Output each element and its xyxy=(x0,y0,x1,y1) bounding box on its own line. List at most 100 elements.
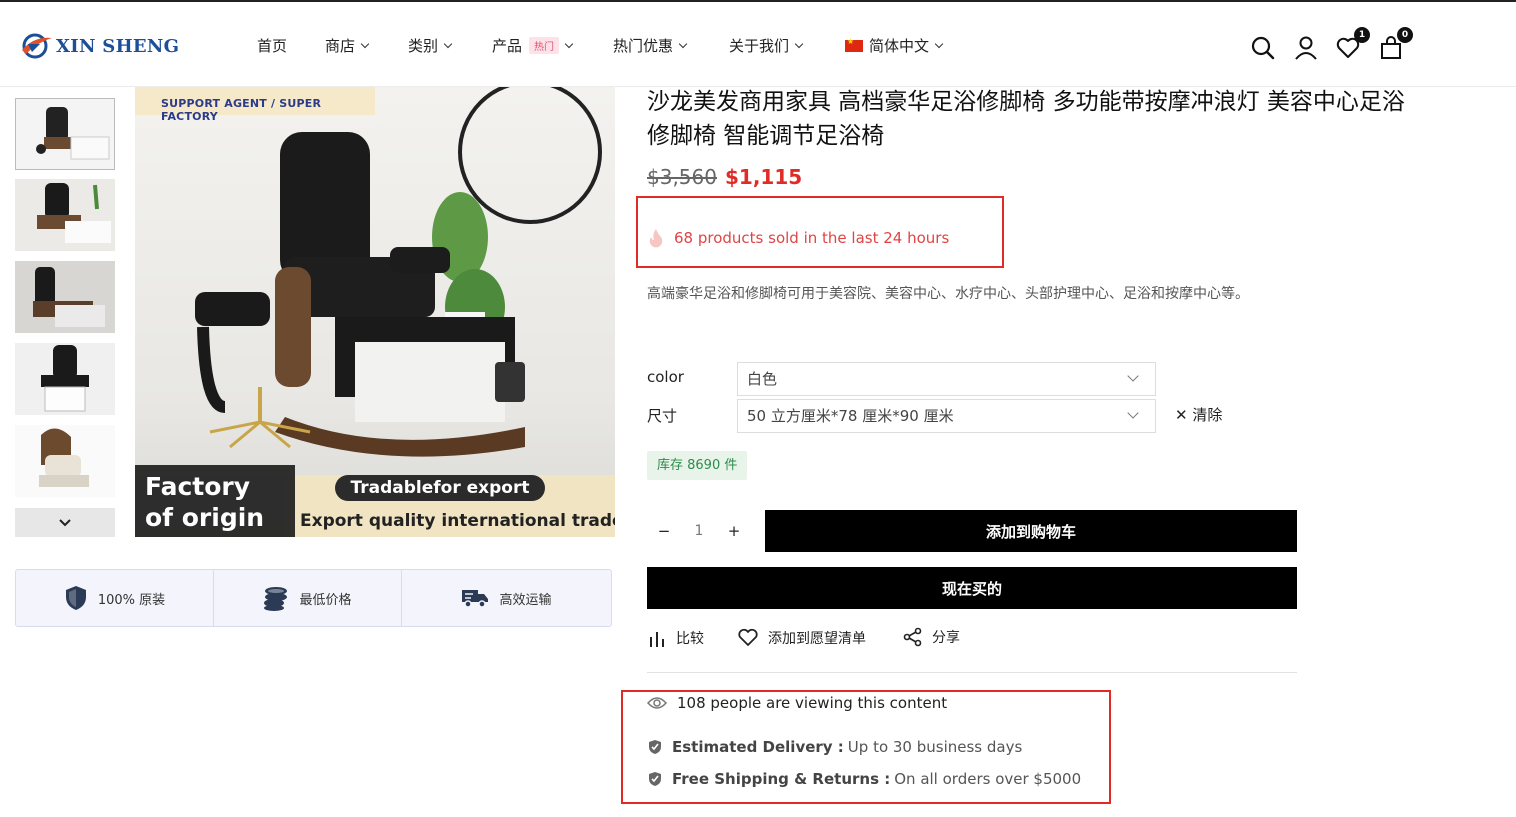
heart-icon xyxy=(738,628,758,646)
image-banner-bottom: Factory of origin Tradablefor export Exp… xyxy=(135,465,615,537)
share-label: 分享 xyxy=(932,630,960,646)
viewers-text: 108 people are viewing this content xyxy=(677,694,948,712)
flame-icon xyxy=(649,229,663,248)
shipping-label: Free Shipping & Returns : xyxy=(672,770,891,788)
nav-label: 首页 xyxy=(257,37,288,55)
divider xyxy=(647,672,1297,673)
trade-pill: Tradablefor export xyxy=(335,475,545,501)
main-product-image[interactable]: SUPPORT AGENT / SUPER FACTORY Factory of… xyxy=(135,87,615,537)
feature-lowest-price: 最低价格 xyxy=(214,570,402,626)
thumbnail-2[interactable] xyxy=(15,179,115,251)
compare-button[interactable]: 比较 xyxy=(647,628,704,648)
shield-check-icon xyxy=(649,740,661,754)
clear-label: 清除 xyxy=(1192,406,1223,424)
thumbnail-3[interactable] xyxy=(15,261,115,333)
nav-item-hot-deals[interactable]: 热门优惠 xyxy=(613,35,688,56)
trade-line: Export quality international trade xyxy=(300,511,615,531)
user-icon[interactable] xyxy=(1293,35,1319,61)
features-bar: 100% 原装 最低价格 高效运输 xyxy=(15,569,612,627)
quantity-decrease-button[interactable]: − xyxy=(647,522,681,540)
size-label: 尺寸 xyxy=(647,407,678,425)
delivery-label: Estimated Delivery : xyxy=(672,738,844,756)
product-description: 高端豪华足浴和修脚椅可用于美容院、美容中心、水疗中心、头部护理中心、足浴和按摩中… xyxy=(647,286,1249,302)
nav-item-home[interactable]: 首页 xyxy=(257,35,287,56)
nav-label: 热门优惠 xyxy=(613,37,674,55)
nav-item-products[interactable]: 产品 热门 xyxy=(492,35,574,56)
wishlist-heart-icon[interactable]: 1 xyxy=(1335,27,1370,61)
china-flag-icon xyxy=(845,37,863,52)
bar-chart-icon xyxy=(650,632,664,647)
color-select[interactable]: 白色 xyxy=(737,362,1156,396)
quantity-increase-button[interactable]: + xyxy=(717,522,751,540)
factory-line-2: of origin xyxy=(145,503,265,532)
coins-icon xyxy=(264,587,288,611)
site-header: XIN SHENG 首页 商店 类别 产品 热门 热门优惠 关于我们 简体中 xyxy=(0,2,1516,87)
price-old: $3,560 xyxy=(647,165,717,189)
add-to-cart-button[interactable]: 添加到购物车 xyxy=(765,510,1297,552)
chevron-down-icon xyxy=(1127,370,1139,382)
clear-selection-button[interactable]: ✕ 清除 xyxy=(1175,404,1222,425)
wishlist-label: 添加到愿望清单 xyxy=(768,631,866,647)
sold-counter: 68 products sold in the last 24 hours xyxy=(648,228,949,248)
thumbnail-5[interactable] xyxy=(15,425,115,497)
feature-label: 高效运输 xyxy=(499,592,552,608)
thumbnail-4[interactable] xyxy=(15,343,115,415)
delivery-value: Up to 30 business days xyxy=(847,738,1023,756)
compare-label: 比较 xyxy=(676,631,704,647)
nav-label: 商店 xyxy=(325,37,356,55)
nav-item-about[interactable]: 关于我们 xyxy=(729,35,804,56)
add-to-wishlist-button[interactable]: 添加到愿望清单 xyxy=(737,628,866,648)
stock-badge: 库存 8690 件 xyxy=(647,451,748,480)
chevron-down-icon xyxy=(360,39,370,49)
nav-item-categories[interactable]: 类别 xyxy=(408,35,453,56)
chevron-down-icon xyxy=(564,39,574,49)
brand-name: XIN SHENG xyxy=(56,35,180,57)
thumbnail-scroll-down-button[interactable] xyxy=(15,508,115,537)
truck-icon xyxy=(462,590,489,608)
thumbnail-1[interactable] xyxy=(15,98,115,170)
feature-shipping: 高效运输 xyxy=(402,570,611,626)
eye-icon xyxy=(647,697,667,709)
hot-badge: 热门 xyxy=(529,37,560,54)
chevron-down-icon xyxy=(678,39,688,49)
chevron-down-icon xyxy=(794,39,804,49)
image-banner-top: SUPPORT AGENT / SUPER FACTORY xyxy=(135,87,375,123)
sold-text: 68 products sold in the last 24 hours xyxy=(674,229,950,247)
color-label: color xyxy=(647,368,684,386)
search-icon[interactable] xyxy=(1250,35,1276,61)
estimated-delivery: Estimated Delivery : Up to 30 business d… xyxy=(648,738,1022,756)
nav-label: 关于我们 xyxy=(729,37,790,55)
shield-check-icon xyxy=(649,772,661,786)
feature-original: 100% 原装 xyxy=(16,570,214,626)
size-select-value: 50 立方厘米*78 厘米*90 厘米 xyxy=(747,407,954,425)
nav-label: 简体中文 xyxy=(869,37,930,55)
size-select[interactable]: 50 立方厘米*78 厘米*90 厘米 xyxy=(737,399,1156,433)
share-button[interactable]: 分享 xyxy=(903,627,960,647)
feature-label: 100% 原装 xyxy=(97,592,166,608)
viewers-counter: 108 people are viewing this content xyxy=(647,694,947,712)
chevron-down-icon xyxy=(59,518,71,526)
shield-icon xyxy=(65,586,86,610)
nav-item-shop[interactable]: 商店 xyxy=(325,35,370,56)
chevron-down-icon xyxy=(1127,407,1139,419)
product-title: 沙龙美发商用家具 高档豪华足浴修脚椅 多功能带按摩冲浪灯 美容中心足浴修脚椅 智… xyxy=(647,89,1405,149)
factory-label: Factory of origin xyxy=(135,465,295,537)
shipping-value: On all orders over $5000 xyxy=(894,770,1082,788)
feature-label: 最低价格 xyxy=(299,592,352,608)
logo-mark-icon xyxy=(18,30,54,62)
nav-item-language[interactable]: 简体中文 xyxy=(845,35,944,56)
chevron-down-icon xyxy=(934,39,944,49)
wishlist-count-badge: 1 xyxy=(1354,27,1370,43)
chevron-down-icon xyxy=(443,39,453,49)
nav-label: 类别 xyxy=(408,37,439,55)
logo[interactable]: XIN SHENG xyxy=(18,30,179,62)
quantity-stepper: − 1 + xyxy=(647,510,751,551)
quantity-input[interactable]: 1 xyxy=(682,523,716,539)
cart-bag-icon[interactable]: 0 xyxy=(1378,27,1413,61)
buy-now-button[interactable]: 现在买的 xyxy=(647,567,1297,609)
price-sale: $1,115 xyxy=(725,165,803,189)
free-shipping: Free Shipping & Returns : On all orders … xyxy=(648,770,1081,788)
close-icon: ✕ xyxy=(1175,406,1188,424)
factory-line-1: Factory xyxy=(145,472,251,501)
color-select-value: 白色 xyxy=(747,370,778,388)
